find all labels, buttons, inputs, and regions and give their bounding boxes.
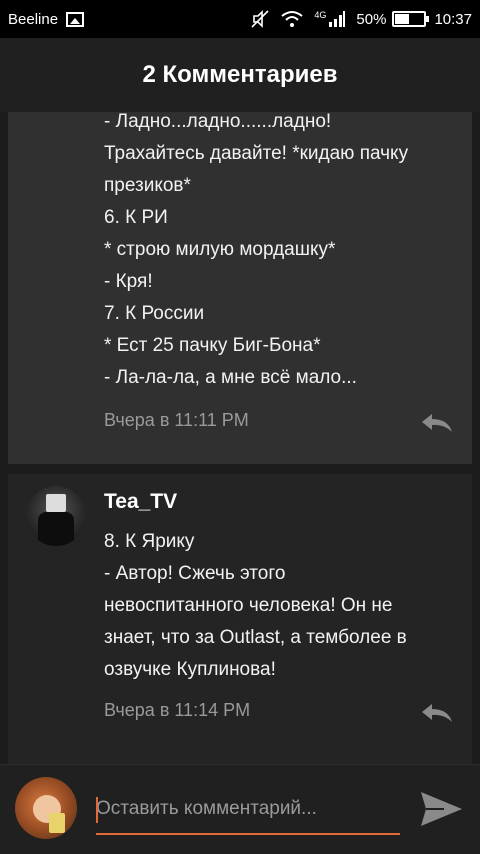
- signal-icon: 4G: [314, 10, 346, 28]
- comment-timestamp: Вчера в 11:11 PM: [104, 410, 249, 430]
- comment-line: Трахайтесь давайте! *кидаю пачку: [104, 143, 409, 164]
- mute-icon: [250, 9, 270, 29]
- avatar[interactable]: [26, 486, 86, 546]
- status-bar: Beeline 4G 50% 10:37: [0, 0, 480, 38]
- wifi-icon: [280, 10, 304, 28]
- comment-input-wrapper: [96, 789, 400, 835]
- reply-icon[interactable]: [420, 412, 454, 434]
- comment-input[interactable]: [96, 789, 400, 829]
- send-icon: [421, 792, 462, 826]
- page-title: 2 Комментариев: [0, 38, 480, 112]
- comment-item: - Ладно...ладно......ладно! Трахайтесь да…: [8, 112, 472, 464]
- comment-author[interactable]: Tea_TV: [104, 490, 177, 514]
- comment-timestamp: Вчера в 11:14 PM: [104, 700, 251, 720]
- comment-text: 8. К Ярику - Автор! Сжечь этого невоспитан…: [104, 526, 464, 686]
- comment-line: - Кря!: [104, 271, 153, 292]
- send-button[interactable]: [418, 789, 464, 829]
- comment-item: Tea_TV 8. К Ярику - Автор! Сжечь этого нев…: [8, 474, 472, 764]
- reply-icon[interactable]: [420, 702, 454, 724]
- comment-line: 8. К Ярику: [104, 531, 195, 552]
- comment-line: 6. К РИ: [104, 207, 168, 228]
- text-cursor: [96, 797, 98, 823]
- avatar: [15, 777, 77, 839]
- network-type: 4G: [314, 10, 327, 20]
- comments-list[interactable]: - Ладно...ладно......ладно! Трахайтесь да…: [0, 112, 480, 764]
- carrier-name: Beeline: [8, 10, 59, 28]
- comment-line: - Ла-ла-ла, а мне всё мало...: [104, 367, 357, 388]
- comment-composer: [0, 764, 480, 854]
- comment-line: - Ладно...ладно......ладно!: [104, 112, 332, 132]
- comment-line: * Ест 25 пачку Биг-Бона*: [104, 335, 321, 356]
- image-notification-icon: [66, 11, 85, 27]
- comment-line: озвучке Куплинова!: [104, 659, 276, 680]
- comment-line: * строю милую мордашку*: [104, 239, 336, 260]
- battery-icon: [392, 11, 430, 27]
- comment-line: 7. К России: [104, 303, 205, 324]
- comment-text: - Ладно...ладно......ладно! Трахайтесь да…: [104, 112, 464, 394]
- clock: 10:37: [434, 10, 472, 28]
- battery-percent: 50%: [356, 10, 387, 28]
- comment-line: знает, что за Outlast, а темболее в: [104, 627, 407, 648]
- comment-line: - Автор! Сжечь этого: [104, 563, 286, 584]
- comment-line: презиков*: [104, 175, 191, 196]
- comment-line: невоспитанного человека! Он не: [104, 595, 393, 616]
